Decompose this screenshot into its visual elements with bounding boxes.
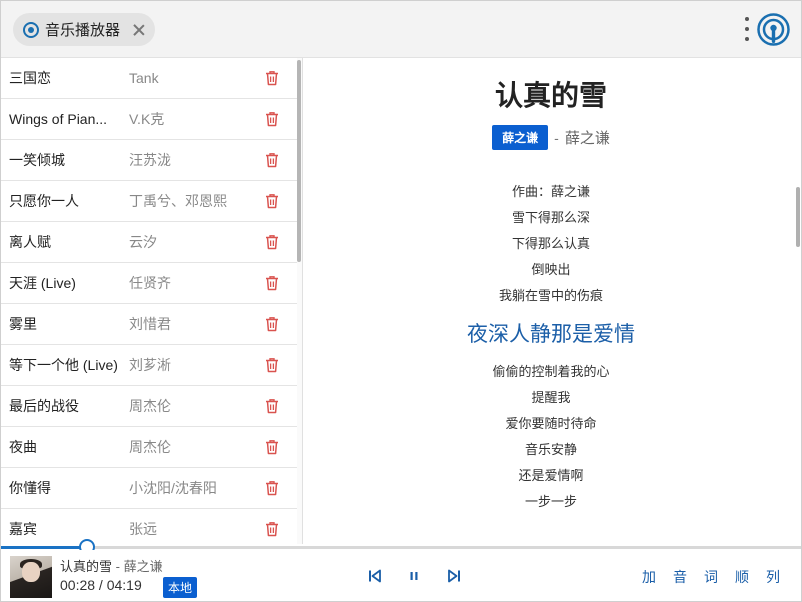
lyric-line: 作曲：薛之谦	[511, 184, 590, 199]
time-separator: /	[95, 577, 107, 593]
current-time: 00:28	[60, 577, 96, 593]
playlist-song-artist: 刘芗淅	[129, 357, 171, 373]
playlist-song-title: 只愿你一人	[9, 193, 79, 209]
skip-previous-icon[interactable]	[368, 569, 382, 583]
artist-badge[interactable]: 薛之谦	[492, 125, 549, 150]
playlist-song-artist: 云汐	[129, 234, 157, 250]
artist-line: 薛之谦 - 薛之谦	[303, 125, 799, 150]
delete-icon[interactable]	[265, 111, 279, 127]
app-window: 音乐播放器 三国恋 Tank Wings of Pian... V.K克一笑倾城 汪苏泷…	[0, 0, 802, 602]
now-playing-song: 认真的雪	[60, 559, 113, 574]
playlist-song-title: 天涯 (Live)	[9, 275, 76, 291]
delete-icon[interactable]	[265, 193, 279, 209]
playlist-song-title: 你懂得	[9, 480, 51, 496]
playlist-row[interactable]: Wings of Pian... V.K克	[1, 99, 297, 140]
delete-icon[interactable]	[265, 275, 279, 291]
lyric-line: 下得那么认真	[511, 236, 590, 251]
playlist-song-title: Wings of Pian...	[9, 111, 108, 127]
lyric-line: 我躺在雪中的伤痕	[498, 288, 603, 303]
lyric-line: 还是爱情啊	[518, 468, 584, 483]
playlist-row[interactable]: 离人赋 云汐	[1, 222, 297, 263]
playlist-row[interactable]: 一笑倾城 汪苏泷	[1, 140, 297, 181]
playlist-row[interactable]: 嘉宾 张远	[1, 509, 297, 544]
now-playing-title: 认真的雪 - 薛之谦	[60, 556, 163, 575]
playlist-song-title: 夜曲	[9, 439, 37, 455]
progress-fill	[1, 546, 88, 549]
delete-icon[interactable]	[265, 439, 279, 455]
playlist-song-title: 一笑倾城	[9, 152, 65, 168]
app-tab[interactable]: 音乐播放器	[13, 13, 155, 46]
music-app-icon	[23, 21, 39, 38]
playlist-song-artist: 周杰伦	[129, 398, 171, 414]
player-action-button[interactable]: 列	[766, 567, 780, 587]
playlist-row[interactable]: 雾里 刘惜君	[1, 304, 297, 345]
player-bar: 认真的雪 - 薛之谦 00:28 / 04:19 本地 加音词顺列	[1, 550, 801, 601]
top-bar: 音乐播放器	[1, 1, 801, 58]
playlist-song-artist: 任贤齐	[129, 275, 171, 291]
tab-label: 音乐播放器	[45, 22, 121, 39]
playlist-song-artist: V.K克	[129, 111, 165, 127]
time-display: 00:28 / 04:19	[60, 577, 142, 593]
source-badge: 本地	[163, 577, 198, 598]
pause-icon[interactable]	[407, 569, 421, 583]
playlist-row[interactable]: 只愿你一人 丁禹兮、邓恩熙	[1, 181, 297, 222]
more-menu-icon[interactable]	[743, 17, 751, 41]
playlist: 三国恋 Tank Wings of Pian... V.K克一笑倾城 汪苏泷只愿你一人 丁…	[1, 58, 297, 544]
delete-icon[interactable]	[265, 316, 279, 332]
lyric-line: 偷偷的控制着我的心	[492, 364, 610, 379]
skip-next-icon[interactable]	[447, 569, 461, 583]
podcast-logo-icon[interactable]	[757, 13, 790, 46]
player-action-button[interactable]: 加	[642, 567, 656, 587]
playlist-row[interactable]: 天涯 (Live) 任贤齐	[1, 263, 297, 304]
playlist-song-artist: 丁禹兮、邓恩熙	[129, 193, 227, 209]
delete-icon[interactable]	[265, 480, 279, 496]
playlist-song-artist: 汪苏泷	[129, 152, 171, 168]
lyric-line-active: 夜深人静那是爱情	[467, 323, 635, 346]
progress-bar[interactable]	[1, 539, 801, 555]
artist-separator: -	[554, 129, 559, 146]
close-icon[interactable]	[132, 23, 146, 37]
delete-icon[interactable]	[265, 521, 279, 537]
lyric-line: 一步一步	[524, 494, 577, 509]
delete-icon[interactable]	[265, 70, 279, 86]
artist-name: 薛之谦	[564, 130, 610, 147]
lyric-line: 音乐安静	[524, 442, 577, 457]
lyric-line: 提醒我	[531, 390, 571, 405]
lyric-line: 雪下得那么深	[511, 210, 590, 225]
lyric-line: 爱你要随时待命	[505, 416, 597, 431]
total-time: 04:19	[106, 577, 142, 593]
delete-icon[interactable]	[265, 152, 279, 168]
playlist-song-title: 最后的战役	[9, 398, 79, 414]
delete-icon[interactable]	[265, 234, 279, 250]
playlist-song-title: 雾里	[9, 316, 37, 332]
delete-icon[interactable]	[265, 398, 279, 414]
playlist-song-artist: 张远	[129, 521, 157, 537]
now-playing-artist: 薛之谦	[123, 559, 163, 574]
playlist-song-title: 三国恋	[9, 70, 51, 86]
lyrics-panel: 认真的雪 薛之谦 - 薛之谦 作曲：薛之谦 雪下得那么深 下得那么认真 倒映出我躺在雪中的…	[303, 58, 799, 544]
playlist-row[interactable]: 最后的战役 周杰伦	[1, 386, 297, 427]
playlist-row[interactable]: 夜曲 周杰伦	[1, 427, 297, 468]
delete-icon[interactable]	[265, 357, 279, 373]
player-action-button[interactable]: 顺	[735, 567, 749, 587]
player-actions: 加音词顺列	[642, 567, 797, 587]
playlist-row[interactable]: 你懂得 小沈阳/沈春阳	[1, 468, 297, 509]
playlist-song-artist: 小沈阳/沈春阳	[129, 480, 217, 496]
playlist-song-artist: 周杰伦	[129, 439, 171, 455]
playlist-scroll-thumb[interactable]	[297, 60, 301, 262]
playlist-song-title: 嘉宾	[9, 521, 37, 537]
lyric-line: 倒映出	[531, 262, 571, 277]
playlist-row[interactable]: 三国恋 Tank	[1, 58, 297, 99]
playlist-song-title: 等下一个他 (Live)	[9, 357, 118, 373]
playlist-song-artist: Tank	[129, 70, 159, 86]
song-title: 认真的雪	[494, 80, 607, 111]
playlist-song-title: 离人赋	[9, 234, 51, 250]
album-cover[interactable]	[10, 556, 52, 598]
playlist-song-artist: 刘惜君	[129, 316, 171, 332]
playlist-row[interactable]: 等下一个他 (Live) 刘芗淅	[1, 345, 297, 386]
player-action-button[interactable]: 音	[673, 567, 687, 587]
player-action-button[interactable]: 词	[704, 567, 718, 587]
lyrics-scrollbar[interactable]	[796, 187, 800, 247]
now-playing-separator: -	[112, 559, 124, 574]
